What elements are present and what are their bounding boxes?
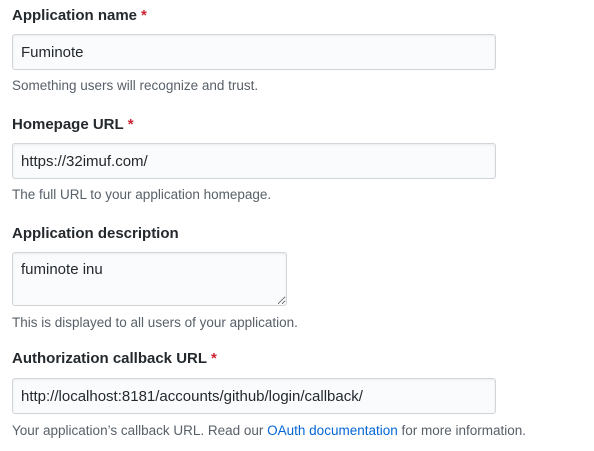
callback-url-label-text: Authorization callback URL	[12, 350, 208, 367]
app-name-label-text: Application name	[12, 7, 138, 24]
required-mark: *	[127, 116, 134, 133]
callback-note-prefix: Your application’s callback URL. Read ou…	[12, 423, 268, 438]
callback-url-input[interactable]	[12, 378, 496, 414]
homepage-url-input[interactable]	[12, 143, 496, 179]
description-note: This is displayed to all users of your a…	[12, 315, 298, 330]
callback-url-label: Authorization callback URL *	[12, 349, 217, 369]
homepage-url-label: Homepage URL *	[12, 115, 134, 135]
homepage-url-note: The full URL to your application homepag…	[12, 187, 272, 202]
oauth-documentation-link[interactable]: OAuth documentation	[267, 423, 398, 438]
description-label: Application description	[12, 224, 179, 244]
app-name-note: Something users will recognize and trust…	[12, 78, 259, 93]
callback-url-note: Your application’s callback URL. Read ou…	[12, 422, 526, 440]
description-textarea[interactable]: fuminote inu	[12, 252, 287, 306]
app-name-input[interactable]	[12, 34, 496, 70]
description-label-text: Application description	[12, 225, 179, 242]
homepage-url-label-text: Homepage URL	[12, 116, 124, 133]
callback-note-suffix: for more information.	[397, 423, 527, 438]
required-mark: *	[141, 7, 147, 24]
app-name-label: Application name *	[12, 6, 147, 26]
required-mark: *	[211, 350, 217, 367]
